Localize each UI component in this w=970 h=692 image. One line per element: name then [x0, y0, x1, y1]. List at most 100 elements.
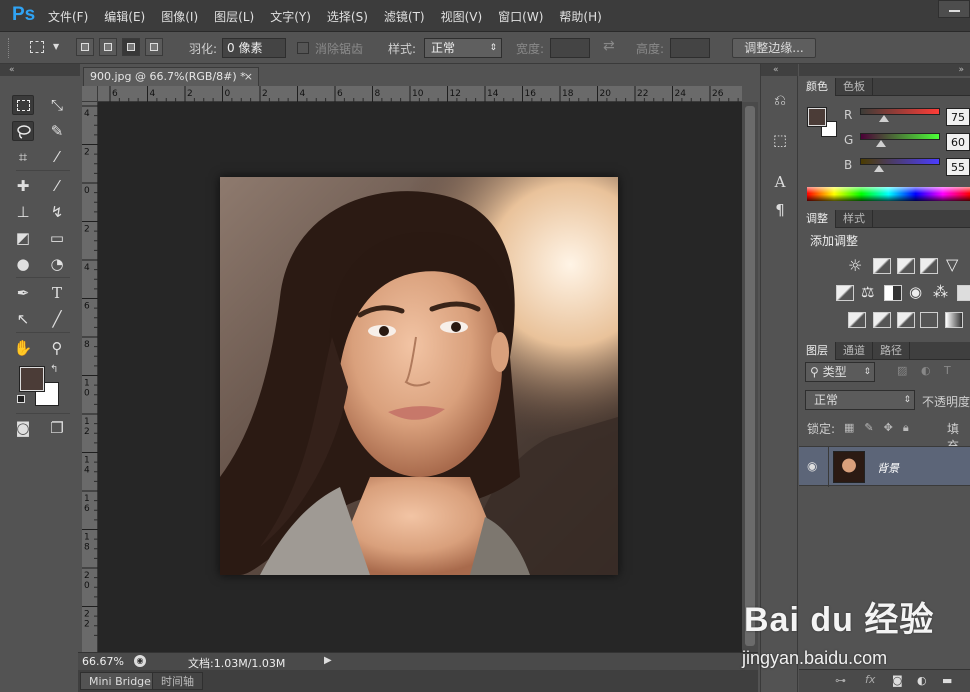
- channel-g-thumb[interactable]: [876, 140, 886, 147]
- ruler-origin[interactable]: [82, 86, 98, 102]
- add-to-selection-icon[interactable]: [99, 38, 117, 56]
- path-selection-tool-icon[interactable]: ↖: [12, 309, 34, 329]
- channel-r-slider[interactable]: [860, 108, 940, 115]
- menu-filter[interactable]: 滤镜(T): [384, 8, 425, 25]
- crop-tool-icon[interactable]: ⌗: [12, 147, 34, 167]
- channel-mixer-icon[interactable]: ⁂: [933, 283, 948, 301]
- foreground-color-swatch[interactable]: [19, 366, 45, 392]
- character-panel-icon[interactable]: A: [770, 172, 790, 192]
- filter-adjustment-icon[interactable]: ◐: [921, 364, 931, 377]
- close-document-icon[interactable]: ×: [244, 68, 253, 86]
- posterize-icon[interactable]: [873, 312, 891, 328]
- minimize-button[interactable]: [938, 0, 970, 18]
- menu-window[interactable]: 窗口(W): [498, 8, 543, 25]
- zoom-tool-icon[interactable]: ⚲: [46, 338, 68, 358]
- panels-collapse-icon[interactable]: »: [799, 64, 970, 76]
- antialias-checkbox[interactable]: [297, 42, 309, 54]
- lock-pixels-icon[interactable]: ✎: [864, 421, 883, 434]
- document-tab[interactable]: 900.jpg @ 66.7%(RGB/8#) * ×: [83, 67, 259, 86]
- lock-transparent-icon[interactable]: ▦: [844, 421, 864, 434]
- channel-r-value[interactable]: 75: [946, 108, 970, 126]
- new-group-icon[interactable]: ▬: [942, 674, 952, 687]
- tab-color[interactable]: 颜色: [799, 78, 836, 96]
- blur-tool-icon[interactable]: ●: [12, 254, 34, 274]
- menu-layer[interactable]: 图层(L): [214, 8, 254, 25]
- history-brush-tool-icon[interactable]: ↯: [46, 202, 68, 222]
- tab-mini-bridge[interactable]: Mini Bridge: [80, 672, 160, 690]
- tab-channels[interactable]: 通道: [836, 342, 873, 360]
- levels-icon[interactable]: [873, 258, 891, 274]
- style-select[interactable]: 正常 ⇕: [424, 38, 502, 58]
- swap-arrows-icon[interactable]: ⇄: [603, 38, 615, 54]
- curves-icon[interactable]: [897, 258, 915, 274]
- lock-position-icon[interactable]: ✥: [884, 421, 903, 434]
- dodge-tool-icon[interactable]: ◔: [46, 254, 68, 274]
- portrait-image[interactable]: [220, 177, 618, 575]
- layer-mask-icon[interactable]: ◙: [892, 674, 903, 687]
- black-white-icon[interactable]: [884, 285, 902, 301]
- feather-input[interactable]: 0 像素: [222, 38, 286, 58]
- fx-icon[interactable]: fx: [865, 673, 875, 686]
- menu-help[interactable]: 帮助(H): [559, 8, 601, 25]
- brightness-icon[interactable]: ☼: [848, 256, 862, 275]
- exposure-icon[interactable]: [920, 258, 938, 274]
- filter-image-icon[interactable]: ▨: [897, 364, 907, 377]
- type-tool-icon[interactable]: T: [46, 283, 68, 303]
- color-balance-icon[interactable]: ⚖: [861, 283, 874, 301]
- tab-styles[interactable]: 样式: [836, 210, 873, 228]
- channel-b-value[interactable]: 55: [946, 158, 970, 176]
- tab-paths[interactable]: 路径: [873, 342, 910, 360]
- subtract-selection-icon[interactable]: [122, 38, 140, 56]
- lock-all-icon[interactable]: 🔒︎: [903, 421, 919, 434]
- eyedropper-tool-icon[interactable]: ⁄: [46, 147, 68, 167]
- filter-type-icon[interactable]: T: [944, 364, 951, 377]
- intersect-selection-icon[interactable]: [145, 38, 163, 56]
- vibrance-icon[interactable]: ▽: [946, 255, 958, 274]
- new-selection-icon[interactable]: [76, 38, 94, 56]
- link-layers-icon[interactable]: ⊶: [835, 674, 846, 687]
- channel-r-thumb[interactable]: [879, 115, 889, 122]
- tab-adjustments[interactable]: 调整: [799, 210, 836, 228]
- refine-edge-button[interactable]: 调整边缘...: [732, 38, 816, 58]
- menu-file[interactable]: 文件(F): [48, 8, 88, 25]
- menu-view[interactable]: 视图(V): [441, 8, 483, 25]
- layer-filter-select[interactable]: ⚲ 类型 ⇕: [805, 362, 875, 382]
- swap-colors-icon[interactable]: ↰: [50, 364, 58, 375]
- lasso-tool-icon[interactable]: [12, 121, 34, 141]
- blend-mode-select[interactable]: 正常 ⇕: [805, 390, 915, 410]
- threshold-icon[interactable]: [897, 312, 915, 328]
- channel-g-value[interactable]: 60: [946, 133, 970, 151]
- menu-select[interactable]: 选择(S): [327, 8, 368, 25]
- pen-tool-icon[interactable]: ✒: [12, 283, 34, 303]
- tab-swatches[interactable]: 色板: [836, 78, 873, 96]
- color-lookup-icon[interactable]: [957, 285, 970, 301]
- selective-color-icon[interactable]: [920, 312, 938, 328]
- preset-dropdown-arrow-icon[interactable]: ▼: [53, 42, 59, 51]
- line-tool-icon[interactable]: ╱: [46, 309, 68, 329]
- photo-filter-icon[interactable]: ◉: [909, 283, 922, 301]
- status-options-icon[interactable]: ◉: [134, 655, 146, 667]
- quick-mask-icon[interactable]: ◙: [12, 418, 34, 438]
- channel-b-slider[interactable]: [860, 158, 940, 165]
- menu-image[interactable]: 图像(I): [161, 8, 198, 25]
- invert-icon[interactable]: [848, 312, 866, 328]
- layer-row-background[interactable]: ◉ 背景: [799, 446, 970, 487]
- quick-selection-tool-icon[interactable]: ✎: [46, 121, 68, 141]
- hue-saturation-icon[interactable]: [836, 285, 854, 301]
- gradient-map-icon[interactable]: [945, 312, 963, 328]
- screen-mode-icon[interactable]: ❐: [46, 418, 68, 438]
- layer-visibility-toggle[interactable]: ◉: [799, 447, 829, 487]
- channel-g-slider[interactable]: [860, 133, 940, 140]
- vertical-scrollbar[interactable]: [742, 102, 758, 652]
- eraser-tool-icon[interactable]: ◩: [12, 228, 34, 248]
- zoom-level[interactable]: 66.67%: [82, 655, 124, 668]
- tab-layers[interactable]: 图层: [799, 342, 836, 360]
- healing-brush-tool-icon[interactable]: ✚: [12, 176, 34, 196]
- tools-collapse-icon[interactable]: «: [0, 64, 80, 76]
- tab-timeline[interactable]: 时间轴: [152, 672, 203, 690]
- color-spectrum-bar[interactable]: [807, 187, 970, 201]
- channel-b-thumb[interactable]: [874, 165, 884, 172]
- width-input[interactable]: [550, 38, 590, 58]
- menu-edit[interactable]: 编辑(E): [104, 8, 145, 25]
- layer-name[interactable]: 背景: [877, 460, 899, 476]
